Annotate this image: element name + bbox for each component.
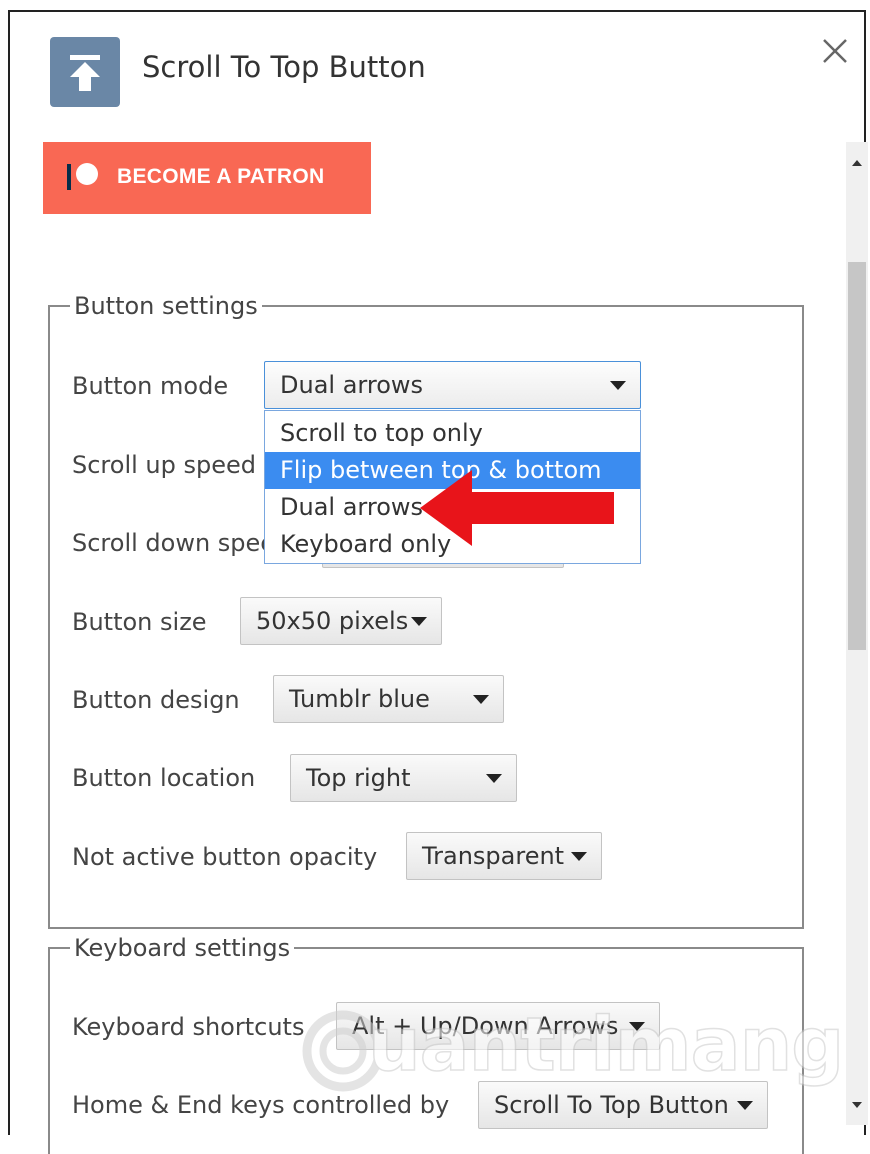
chevron-down-icon [486,774,502,783]
page-title: Scroll To Top Button [142,50,426,84]
button-location-value: Top right [306,764,411,792]
button-size-select[interactable]: 50x50 pixels [240,597,442,645]
chevron-down-icon [610,381,626,390]
watermark-logo: uantrimang [298,992,845,1112]
chevron-down-icon [411,617,427,626]
vertical-scrollbar[interactable] [846,142,868,1125]
dropdown-option-label: Scroll to top only [280,419,483,447]
watermark-text: uantrimang [367,1001,845,1089]
scrollbar-thumb[interactable] [848,262,866,650]
button-size-label: Button size [72,608,207,636]
dropdown-option-scroll-to-top-only[interactable]: Scroll to top only [265,415,640,452]
button-design-select[interactable]: Tumblr blue [273,675,504,723]
button-opacity-value: Transparent [422,842,565,870]
button-design-label: Button design [72,686,240,714]
keyboard-shortcuts-label: Keyboard shortcuts [72,1013,305,1041]
scroll-up-speed-label: Scroll up speed [72,451,256,479]
button-settings-legend: Button settings [74,292,258,320]
button-opacity-label: Not active button opacity [72,843,378,871]
button-design-value: Tumblr blue [289,685,430,713]
become-a-patron-button[interactable]: BECOME A PATRON [43,142,371,214]
red-annotation-arrow-icon [420,470,614,546]
scroll-up-arrow-icon[interactable] [846,142,868,182]
patron-button-label: BECOME A PATRON [117,165,325,188]
scroll-down-arrow-icon[interactable] [846,1085,868,1125]
chevron-down-icon [571,852,587,861]
button-size-value: 50x50 pixels [256,607,409,635]
close-icon[interactable] [816,32,856,72]
button-mode-select[interactable]: Dual arrows [264,361,641,409]
arrow-to-top-icon [50,37,120,107]
patreon-logo-icon [67,162,101,192]
dropdown-option-label: Dual arrows [280,493,424,521]
button-mode-label: Button mode [72,372,229,400]
keyboard-settings-legend: Keyboard settings [74,934,291,962]
button-location-label: Button location [72,764,256,792]
button-opacity-select[interactable]: Transparent [406,832,602,880]
button-location-select[interactable]: Top right [290,754,517,802]
chevron-down-icon [473,695,489,704]
scroll-down-speed-label: Scroll down spee [72,529,276,557]
button-mode-value: Dual arrows [280,371,424,399]
